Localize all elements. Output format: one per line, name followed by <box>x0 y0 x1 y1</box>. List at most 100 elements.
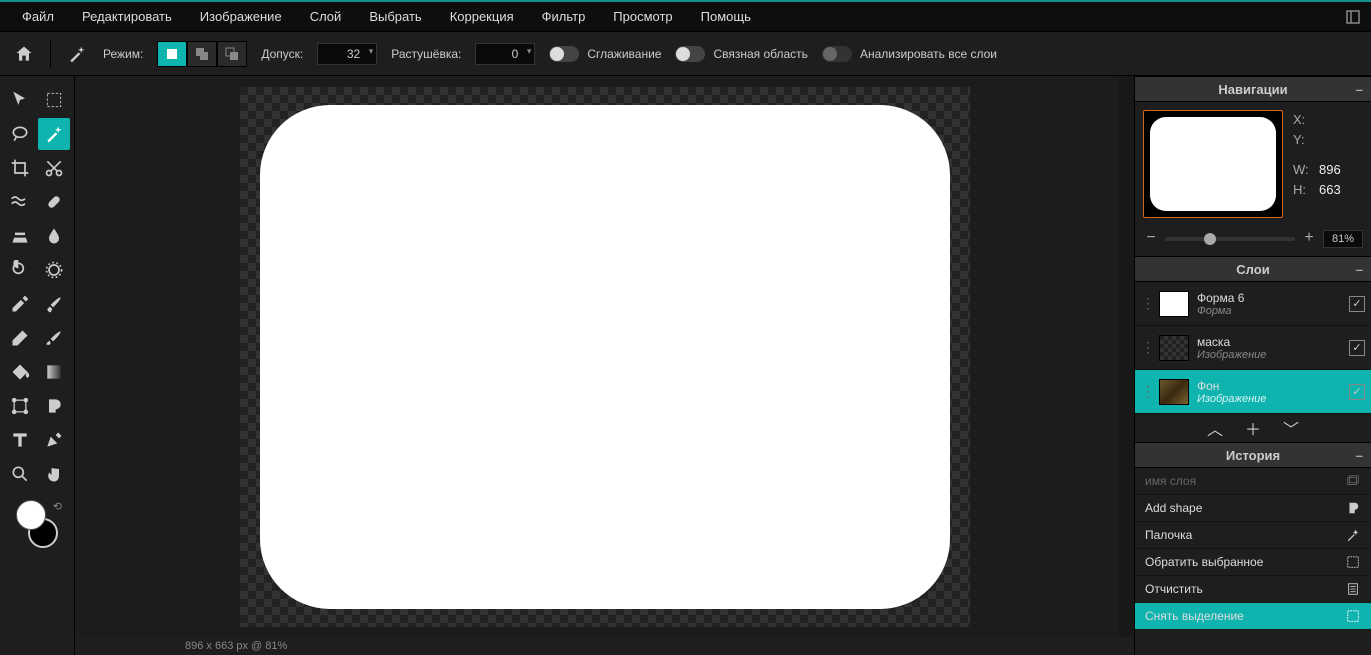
liquify-tool[interactable] <box>4 186 36 218</box>
feather-label: Растушёвка: <box>391 47 461 61</box>
pen-tool[interactable] <box>38 424 70 456</box>
menu-help[interactable]: Помощь <box>687 2 765 32</box>
color-swatches[interactable]: ⟲ <box>12 500 62 548</box>
menu-view[interactable]: Просмотр <box>599 2 686 32</box>
drag-handle-icon[interactable]: ⋮ <box>1141 339 1151 356</box>
zoom-value[interactable]: 81% <box>1323 230 1363 248</box>
blur-tool[interactable] <box>38 220 70 252</box>
layer-thumbnail[interactable] <box>1159 379 1189 405</box>
menu-image[interactable]: Изображение <box>186 2 296 32</box>
navigation-panel-header[interactable]: Навигации – <box>1135 76 1371 102</box>
layer-row[interactable]: ⋮ ФонИзображение <box>1135 370 1371 414</box>
collapse-icon[interactable]: – <box>1356 262 1363 277</box>
canvas-area: 896 x 663 px @ 81% <box>75 76 1134 655</box>
history-item[interactable]: Отчистить <box>1135 576 1371 603</box>
wand-icon <box>1345 527 1361 543</box>
lasso-tool[interactable] <box>4 118 36 150</box>
menu-filter[interactable]: Фильтр <box>528 2 600 32</box>
magic-wand-icon <box>65 42 89 66</box>
heal-tool[interactable] <box>38 186 70 218</box>
transform-tool[interactable] <box>4 390 36 422</box>
cut-tool[interactable] <box>38 152 70 184</box>
menu-edit[interactable]: Редактировать <box>68 2 186 32</box>
history-item[interactable]: Палочка <box>1135 522 1371 549</box>
visibility-toggle[interactable] <box>1349 340 1365 356</box>
clone-tool[interactable] <box>4 220 36 252</box>
navigator-info: X: Y: W:896 H:663 <box>1293 110 1363 218</box>
layer-icon <box>1345 473 1361 489</box>
tolerance-label: Допуск: <box>261 47 303 61</box>
crop-tool[interactable] <box>4 152 36 184</box>
layer-row[interactable]: ⋮ маскаИзображение <box>1135 326 1371 370</box>
hand-tool[interactable] <box>38 458 70 490</box>
history-title: История <box>1226 448 1280 463</box>
visibility-toggle[interactable] <box>1349 296 1365 312</box>
layer-type: Форма <box>1197 305 1341 317</box>
menu-file[interactable]: Файл <box>8 2 68 32</box>
all-layers-label: Анализировать все слои <box>860 47 997 61</box>
zoom-out-button[interactable]: − <box>1143 231 1159 247</box>
layer-actions: ︿ ＋ ﹀ <box>1135 414 1371 442</box>
mode-new[interactable] <box>157 41 187 67</box>
tolerance-input[interactable] <box>317 43 377 65</box>
feather-input[interactable] <box>475 43 535 65</box>
sponge-tool[interactable] <box>38 254 70 286</box>
status-bar: 896 x 663 px @ 81% <box>75 637 1134 655</box>
menu-adjust[interactable]: Коррекция <box>436 2 528 32</box>
layer-row[interactable]: ⋮ Форма 6Форма <box>1135 282 1371 326</box>
swap-colors-icon[interactable]: ⟲ <box>53 500 62 513</box>
smudge-tool[interactable] <box>38 322 70 354</box>
options-bar: Режим: Допуск: Растушёвка: Сглаживание С… <box>0 32 1371 76</box>
brush-tool[interactable] <box>38 288 70 320</box>
collapse-icon[interactable]: – <box>1356 82 1363 97</box>
layer-up-button[interactable]: ︿ <box>1207 416 1223 440</box>
dodge-tool[interactable] <box>4 254 36 286</box>
add-layer-button[interactable]: ＋ <box>1245 416 1261 440</box>
all-layers-toggle[interactable] <box>822 46 852 62</box>
marquee-tool[interactable] <box>38 84 70 116</box>
document-canvas[interactable] <box>240 87 970 627</box>
eraser-tool[interactable] <box>4 322 36 354</box>
layer-name: Фон <box>1197 379 1341 393</box>
layer-name: Форма 6 <box>1197 291 1341 305</box>
expand-icon[interactable] <box>1343 7 1363 27</box>
menu-layer[interactable]: Слой <box>296 2 356 32</box>
drag-handle-icon[interactable]: ⋮ <box>1141 295 1151 312</box>
mode-add[interactable] <box>187 41 217 67</box>
layer-down-button[interactable]: ﹀ <box>1283 416 1299 440</box>
mode-subtract[interactable] <box>217 41 247 67</box>
menu-bar: Файл Редактировать Изображение Слой Выбр… <box>0 0 1371 32</box>
selection-mode-group <box>157 41 247 67</box>
antialias-toggle[interactable] <box>549 46 579 62</box>
select-icon <box>1345 554 1361 570</box>
gradient-tool[interactable] <box>38 356 70 388</box>
layer-thumbnail[interactable] <box>1159 291 1189 317</box>
zoom-in-button[interactable]: + <box>1301 231 1317 247</box>
magic-wand-tool[interactable] <box>38 118 70 150</box>
shape-tool[interactable] <box>38 390 70 422</box>
layer-name: маска <box>1197 335 1341 349</box>
menu-select[interactable]: Выбрать <box>355 2 435 32</box>
history-item[interactable]: Add shape <box>1135 495 1371 522</box>
layer-thumbnail[interactable] <box>1159 335 1189 361</box>
zoom-slider[interactable] <box>1165 237 1295 241</box>
vertical-scrollbar[interactable] <box>1119 76 1134 637</box>
history-item[interactable]: Обратить выбранное <box>1135 549 1371 576</box>
collapse-icon[interactable]: – <box>1356 448 1363 463</box>
move-tool[interactable] <box>4 84 36 116</box>
eyedropper-tool[interactable] <box>4 288 36 320</box>
history-item[interactable]: Снять выделение <box>1135 603 1371 630</box>
fill-tool[interactable] <box>4 356 36 388</box>
layers-panel-header[interactable]: Слои – <box>1135 256 1371 282</box>
zoom-tool[interactable] <box>4 458 36 490</box>
foreground-color[interactable] <box>16 500 46 530</box>
visibility-toggle[interactable] <box>1349 384 1365 400</box>
text-tool[interactable] <box>4 424 36 456</box>
history-item[interactable]: имя слоя <box>1135 468 1371 495</box>
deselect-icon <box>1345 608 1361 624</box>
history-panel-header[interactable]: История – <box>1135 442 1371 468</box>
contiguous-toggle[interactable] <box>675 46 705 62</box>
home-icon[interactable] <box>12 42 36 66</box>
navigator-thumbnail[interactable] <box>1143 110 1283 218</box>
drag-handle-icon[interactable]: ⋮ <box>1141 383 1151 400</box>
